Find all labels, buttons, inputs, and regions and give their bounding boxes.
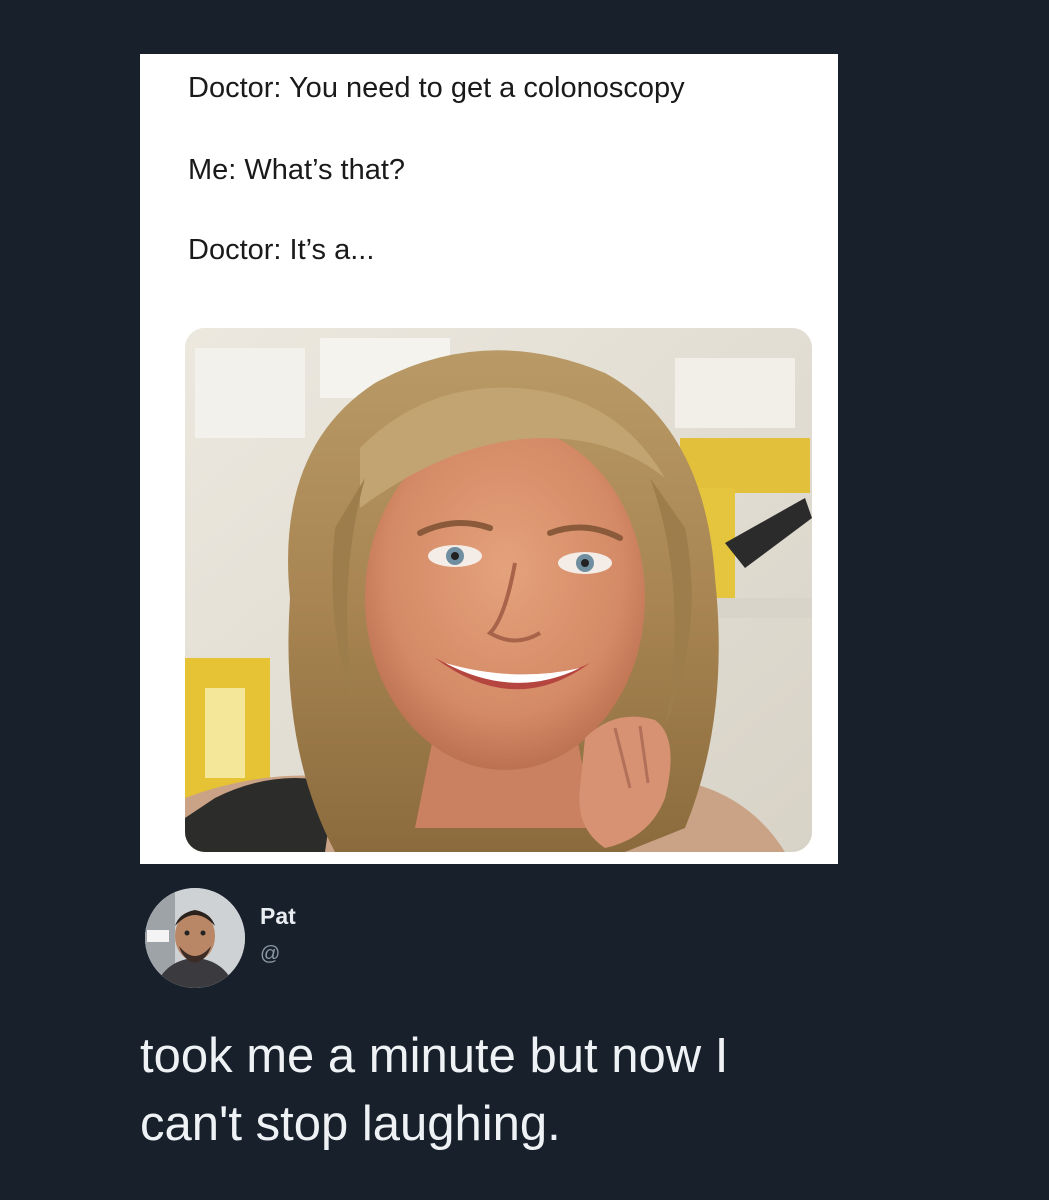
tweet-text-line: can't stop laughing.: [140, 1097, 561, 1151]
quoted-post-line: Doctor: You need to get a colonoscopy: [188, 72, 685, 104]
profile-photo-icon: [145, 888, 245, 988]
tweet-text: took me a minute but now I can't stop la…: [140, 1022, 1000, 1158]
author-avatar[interactable]: [145, 888, 245, 988]
tweet-text-line: took me a minute but now I: [140, 1029, 729, 1083]
author-handle[interactable]: @: [260, 942, 280, 966]
quoted-post-line: Doctor: It’s a...: [188, 234, 375, 266]
quoted-post-card[interactable]: Doctor: You need to get a colonoscopy Me…: [140, 54, 838, 864]
quoted-post-line: Me: What’s that?: [188, 154, 406, 186]
author-name[interactable]: Pat: [260, 902, 296, 930]
smiling-woman-photo-icon: [185, 328, 812, 852]
quoted-post-image[interactable]: [185, 328, 812, 852]
